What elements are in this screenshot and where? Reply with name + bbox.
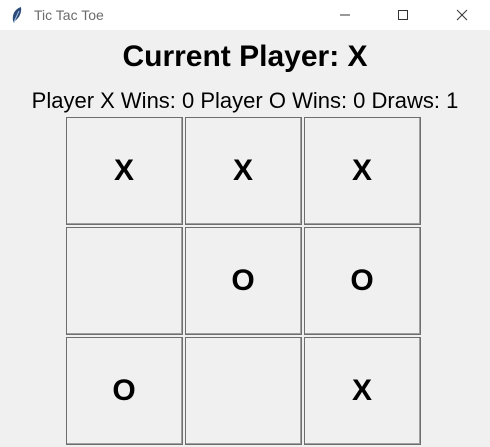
board-cell-2[interactable]: X — [185, 117, 302, 225]
board-cell-1[interactable]: X — [66, 117, 183, 225]
board-cell-9[interactable]: X — [304, 337, 421, 445]
board-cell-4[interactable] — [66, 227, 183, 335]
close-icon — [456, 9, 468, 21]
board-cell-7[interactable]: O — [66, 337, 183, 445]
game-board: X X X O O O X — [66, 117, 424, 447]
close-button[interactable] — [439, 0, 485, 30]
board-cell-5[interactable]: O — [185, 227, 302, 335]
board-cell-8[interactable] — [185, 337, 302, 445]
score-label: Player X Wins: 0 Player O Wins: 0 Draws:… — [31, 88, 459, 113]
maximize-icon — [397, 9, 409, 21]
title-bar[interactable]: Tic Tac Toe — [0, 0, 490, 30]
maximize-button[interactable] — [380, 0, 426, 30]
feather-icon — [9, 6, 25, 24]
board-cell-6[interactable]: O — [304, 227, 421, 335]
board-cell-3[interactable]: X — [304, 117, 421, 225]
minimize-icon — [339, 9, 351, 21]
current-player-label: Current Player: X — [122, 40, 368, 73]
window-title: Tic Tac Toe — [34, 7, 104, 23]
minimize-button[interactable] — [322, 0, 368, 30]
